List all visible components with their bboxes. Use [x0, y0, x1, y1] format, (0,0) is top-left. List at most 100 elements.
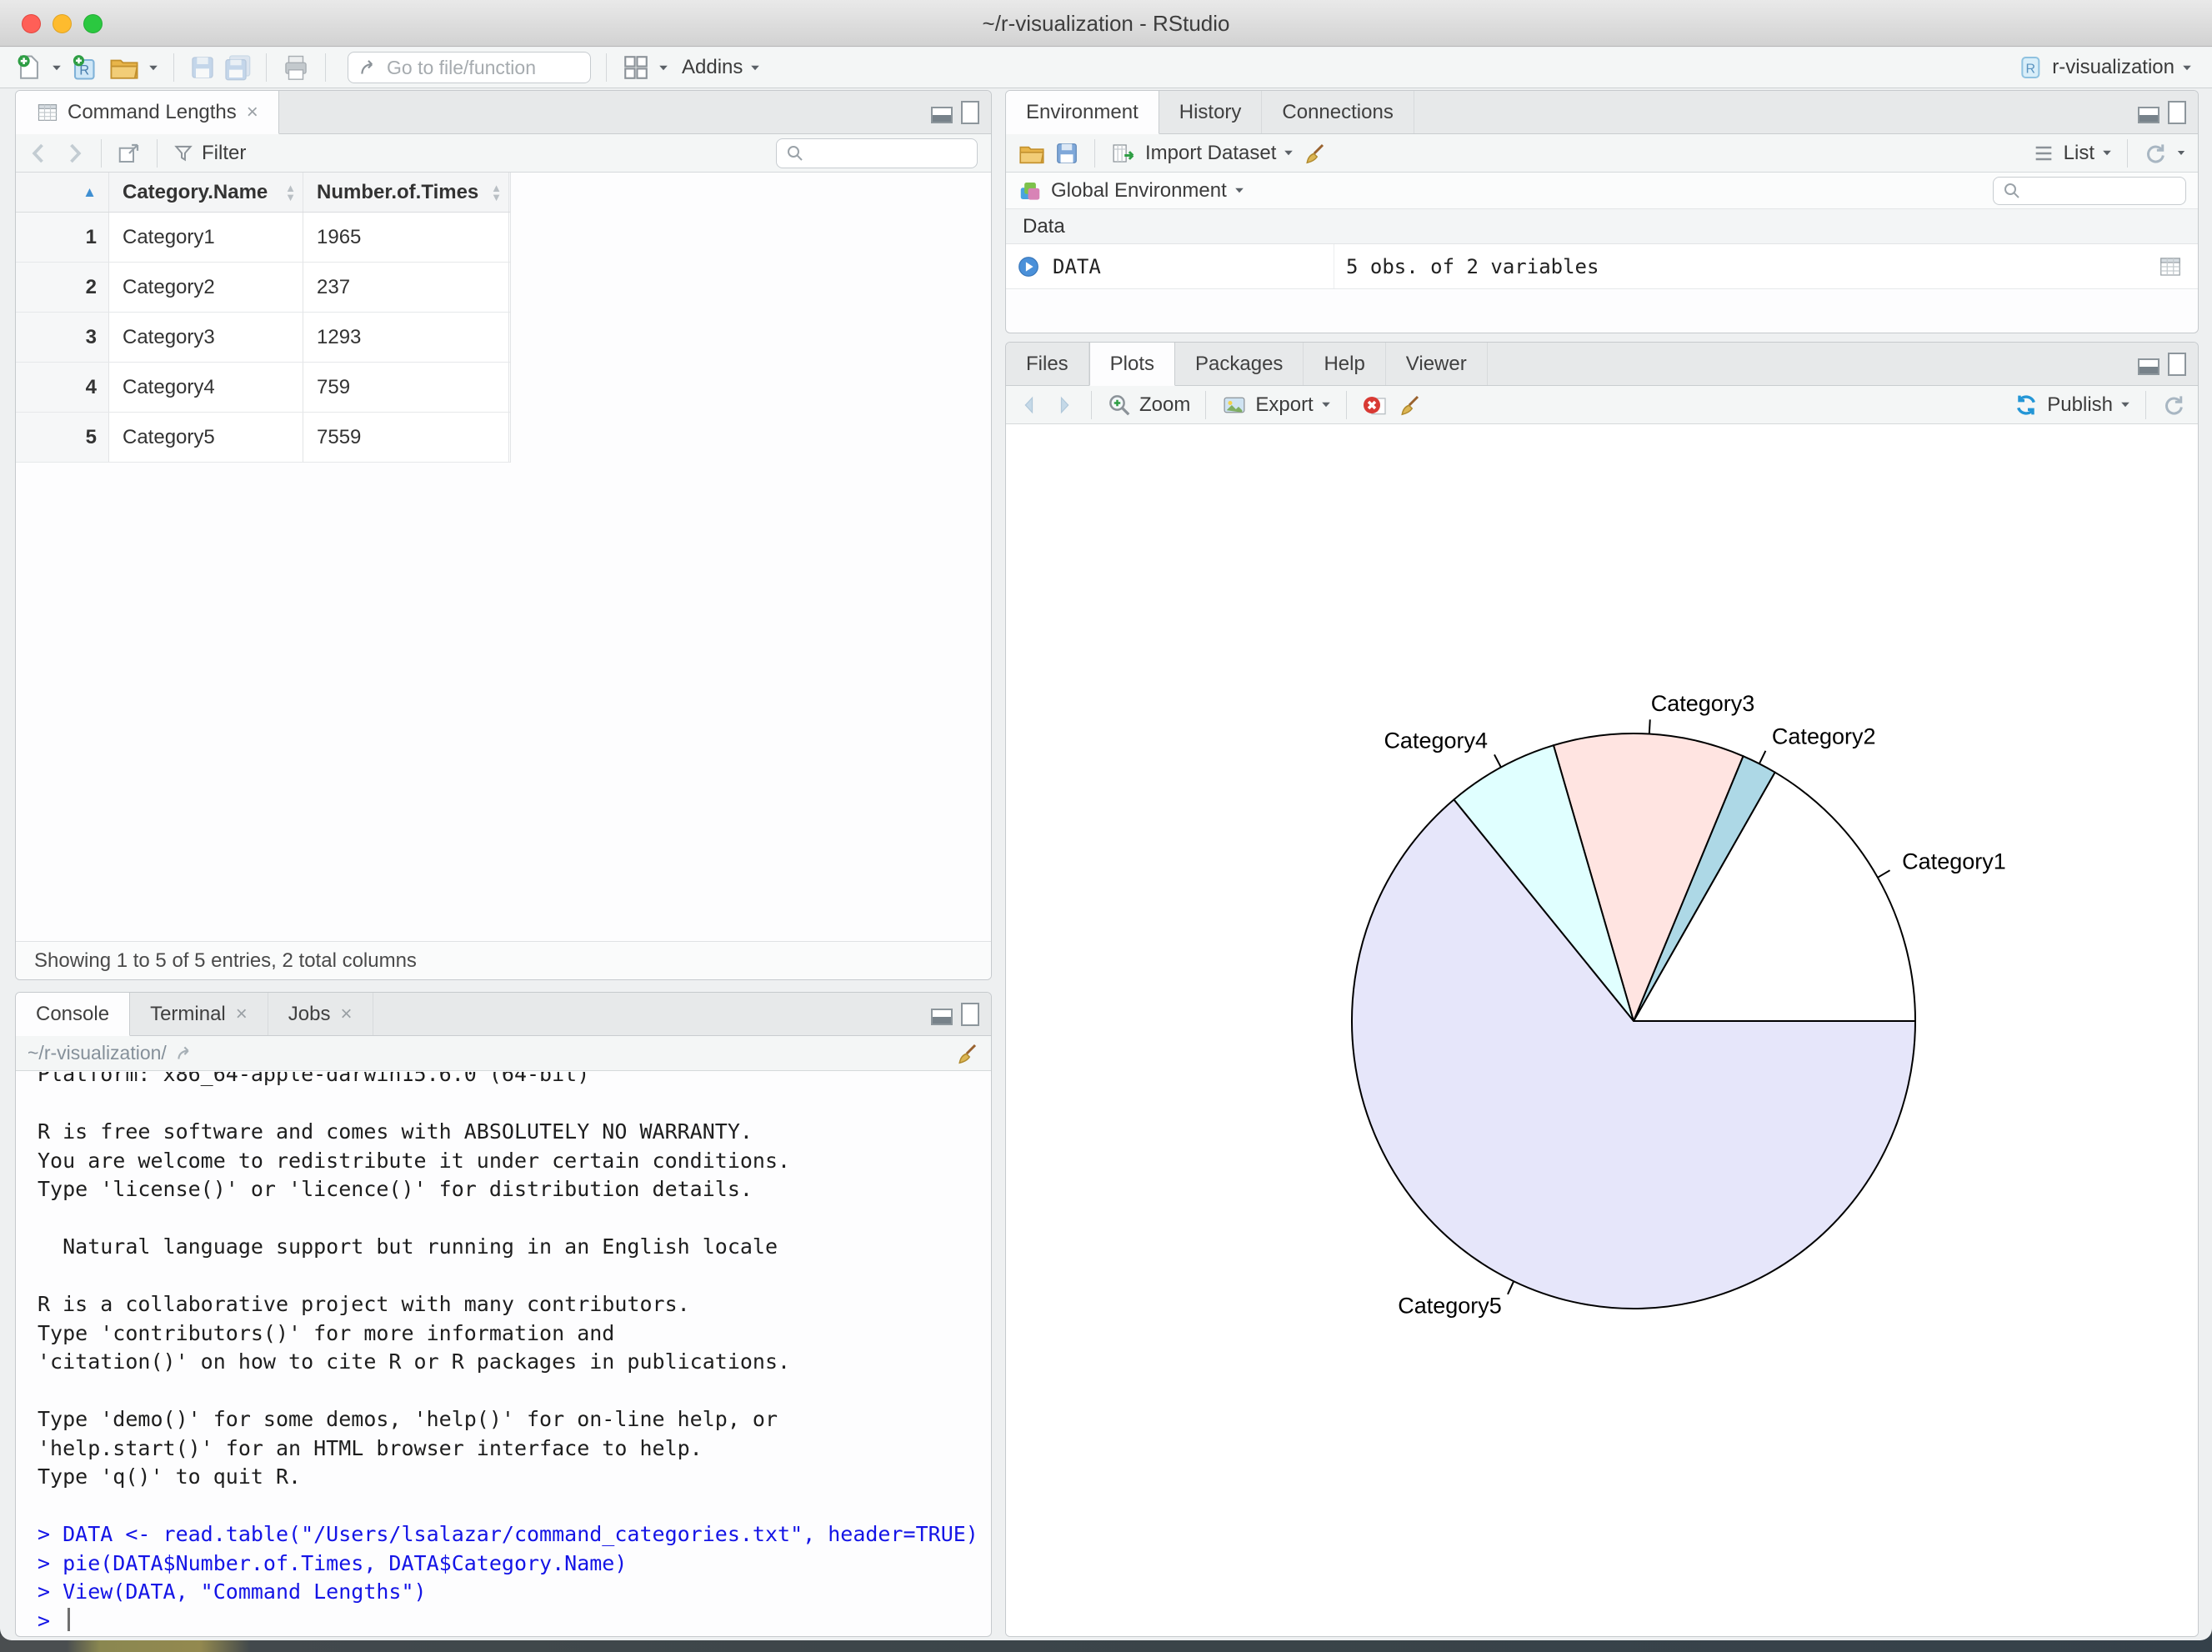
- close-icon[interactable]: ×: [340, 1003, 352, 1026]
- close-icon[interactable]: ×: [247, 101, 258, 124]
- remove-plot-icon[interactable]: [1362, 392, 1389, 418]
- tab-help[interactable]: Help: [1304, 343, 1386, 385]
- table-status-bar: Showing 1 to 5 of 5 entries, 2 total col…: [16, 941, 991, 979]
- tab-label: Command Lengths: [68, 100, 237, 123]
- tab-terminal[interactable]: Terminal ×: [130, 993, 268, 1035]
- row-number-cell: 3: [16, 313, 109, 362]
- save-icon[interactable]: [189, 54, 216, 81]
- column-header-number-of-times[interactable]: Number.of.Times ▲ ▼: [303, 173, 509, 212]
- maximize-pane-icon[interactable]: [2168, 101, 2186, 124]
- close-icon[interactable]: ×: [236, 1003, 248, 1026]
- text-cursor: [68, 1607, 71, 1631]
- tab-environment[interactable]: Environment: [1006, 91, 1159, 134]
- minimize-pane-icon[interactable]: [931, 107, 953, 123]
- tab-files[interactable]: Files: [1006, 343, 1089, 385]
- addins-menu[interactable]: Addins: [682, 56, 760, 79]
- pie-label-tick: [1494, 753, 1502, 768]
- pie-label-Category2: Category2: [1772, 724, 1876, 749]
- refresh-icon[interactable]: [2143, 141, 2168, 166]
- minimize-pane-icon[interactable]: [931, 1009, 953, 1025]
- number-of-times-cell: 237: [303, 263, 509, 312]
- new-file-dropdown-icon[interactable]: [53, 65, 61, 70]
- maximize-pane-icon[interactable]: [961, 1003, 979, 1026]
- clear-console-broom-icon[interactable]: [954, 1041, 979, 1066]
- expand-object-icon[interactable]: [1016, 254, 1041, 279]
- environment-toolbar: Import Dataset List: [1006, 134, 2198, 173]
- minimize-pane-icon[interactable]: [2138, 107, 2159, 123]
- list-view-button[interactable]: List: [2064, 142, 2112, 165]
- number-of-times-cell: 1965: [303, 213, 509, 262]
- console-output-line: 'help.start()' for an HTML browser inter…: [38, 1435, 703, 1460]
- clear-environment-broom-icon[interactable]: [1302, 141, 1327, 166]
- table-row: 4 Category4 759: [16, 363, 510, 413]
- tab-connections[interactable]: Connections: [1262, 91, 1414, 133]
- open-in-new-window-icon[interactable]: [117, 141, 142, 166]
- tab-plots[interactable]: Plots: [1088, 343, 1176, 386]
- tab-history[interactable]: History: [1159, 91, 1263, 133]
- print-icon[interactable]: [282, 53, 310, 82]
- maximize-pane-icon[interactable]: [961, 101, 979, 124]
- column-header-category-name[interactable]: Category.Name ▲ ▼: [109, 173, 303, 212]
- console-output-line: Platform: x86_64-apple-darwin15.6.0 (64-…: [38, 1072, 590, 1086]
- pane-controls: [2138, 353, 2186, 376]
- refresh-plot-icon[interactable]: [2161, 393, 2186, 418]
- export-plot-button[interactable]: Export: [1221, 393, 1330, 418]
- load-workspace-icon[interactable]: [1018, 141, 1046, 166]
- console-output-line: 'citation()' on how to cite R or R packa…: [38, 1349, 791, 1374]
- new-project-icon[interactable]: R: [70, 53, 100, 83]
- console-input-line: > DATA <- read.table("/Users/lsalazar/co…: [38, 1522, 978, 1546]
- goto-directory-icon[interactable]: [175, 1043, 197, 1064]
- pie-label-Category3: Category3: [1651, 691, 1755, 716]
- pane-layout-dropdown-icon[interactable]: [659, 65, 668, 70]
- environment-object-row[interactable]: DATA 5 obs. of 2 variables: [1006, 244, 2198, 289]
- viewer-search-input[interactable]: [776, 138, 978, 168]
- table-header-row: ▲ Category.Name ▲ ▼ Number.of.Times ▲ ▼: [16, 173, 510, 213]
- console-prompt-line[interactable]: >: [38, 1607, 991, 1636]
- refresh-dropdown-icon[interactable]: [2177, 151, 2185, 155]
- pane-layout-icon[interactable]: [622, 53, 650, 82]
- data-table: ▲ Category.Name ▲ ▼ Number.of.Times ▲ ▼ 1C…: [16, 173, 511, 463]
- save-all-icon[interactable]: [224, 54, 251, 81]
- number-of-times-cell: 1293: [303, 313, 509, 362]
- environment-scope-dropdown[interactable]: Global Environment: [1051, 179, 1244, 203]
- open-file-icon[interactable]: [108, 53, 140, 82]
- save-workspace-icon[interactable]: [1054, 141, 1079, 166]
- import-dataset-button[interactable]: Import Dataset: [1145, 142, 1294, 165]
- forward-icon[interactable]: [61, 141, 86, 166]
- row-number-header[interactable]: ▲: [16, 173, 109, 212]
- goto-file-input[interactable]: Go to file/function: [348, 52, 591, 83]
- filter-button[interactable]: Filter: [173, 142, 246, 165]
- tab-packages[interactable]: Packages: [1175, 343, 1304, 385]
- minimize-pane-icon[interactable]: [2138, 358, 2159, 375]
- rstudio-window: ~/r-visualization - RStudio R Go to file…: [0, 0, 2212, 1640]
- next-plot-icon[interactable]: [1051, 393, 1076, 418]
- publish-plot-button[interactable]: Publish: [2013, 392, 2130, 418]
- tab-viewer[interactable]: Viewer: [1386, 343, 1488, 385]
- clear-all-plots-broom-icon[interactable]: [1397, 393, 1422, 418]
- zoom-plot-button[interactable]: Zoom: [1107, 393, 1190, 418]
- console-output[interactable]: Platform: x86_64-apple-darwin15.6.0 (64-…: [16, 1072, 991, 1636]
- new-file-icon[interactable]: [15, 53, 43, 82]
- previous-plot-icon[interactable]: [1018, 393, 1043, 418]
- view-table-icon[interactable]: [2158, 254, 2183, 279]
- environment-search-input[interactable]: [1993, 176, 2186, 205]
- console-input-line: > pie(DATA$Number.of.Times, DATA$Categor…: [38, 1550, 628, 1575]
- tab-jobs[interactable]: Jobs ×: [268, 993, 373, 1035]
- row-number-cell: 2: [16, 263, 109, 312]
- plots-pane: Files Plots Packages Help Viewer Zoom Ex…: [1005, 342, 2199, 1637]
- open-file-dropdown-icon[interactable]: [149, 65, 158, 70]
- tab-command-lengths[interactable]: Command Lengths ×: [16, 91, 279, 134]
- console-output-line: Type 'license()' or 'licence()' for dist…: [38, 1177, 753, 1201]
- tab-console[interactable]: Console: [16, 993, 131, 1036]
- maximize-pane-icon[interactable]: [2168, 353, 2186, 376]
- environment-pane: Environment History Connections Import D…: [1005, 90, 2199, 333]
- console-input-line: > View(DATA, "Command Lengths"): [38, 1579, 427, 1604]
- back-icon[interactable]: [28, 141, 53, 166]
- object-name: DATA: [1053, 254, 1101, 278]
- title-bar: ~/r-visualization - RStudio: [0, 0, 2212, 47]
- search-icon: [788, 145, 803, 161]
- table-row: 1 Category1 1965: [16, 213, 510, 263]
- table-row: 3 Category3 1293: [16, 313, 510, 363]
- project-menu[interactable]: R r-visualization: [2018, 54, 2192, 81]
